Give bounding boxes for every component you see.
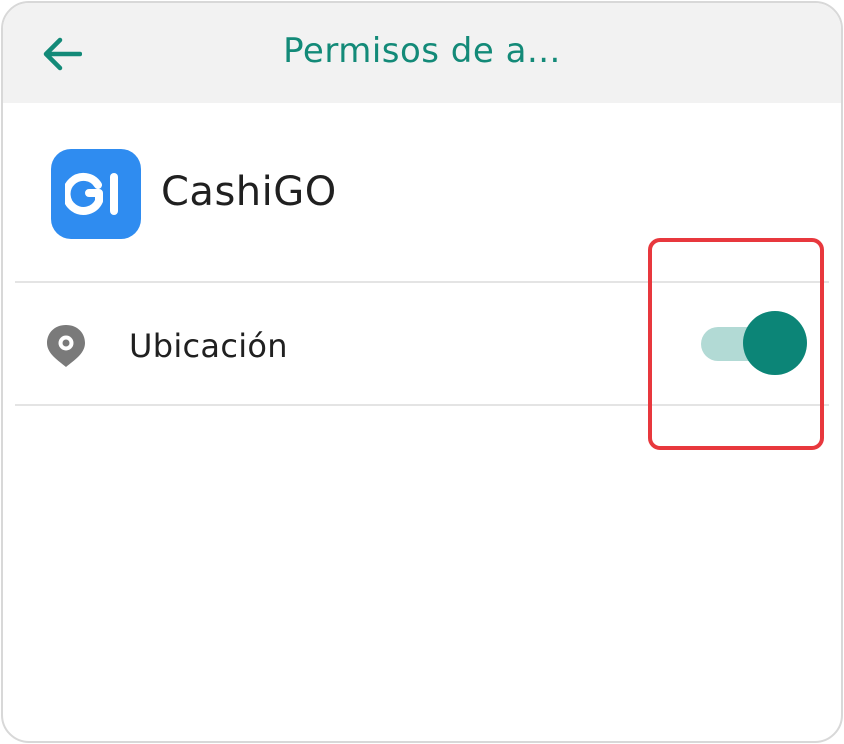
divider bbox=[15, 404, 829, 406]
top-app-bar: Permisos de a... bbox=[3, 3, 841, 103]
page-title: Permisos de a... bbox=[283, 31, 561, 71]
divider bbox=[15, 281, 829, 283]
permission-label: Ubicación bbox=[129, 327, 288, 365]
app-screen: Permisos de a... CashiGO Ubicación bbox=[1, 1, 843, 743]
location-toggle-switch[interactable] bbox=[701, 311, 811, 377]
permission-row-location[interactable]: Ubicación bbox=[3, 285, 841, 405]
location-pin-icon bbox=[47, 325, 85, 367]
app-name: CashiGO bbox=[161, 169, 337, 215]
app-info-row: CashiGO bbox=[3, 103, 841, 283]
cashigo-logo-icon bbox=[51, 149, 141, 239]
toggle-thumb bbox=[743, 311, 807, 375]
